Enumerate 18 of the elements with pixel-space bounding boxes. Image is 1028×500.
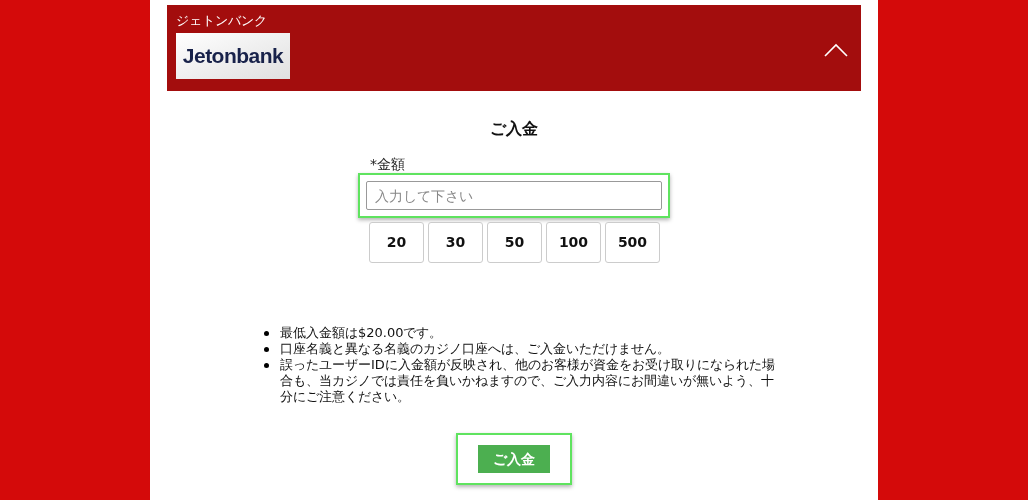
- amount-option[interactable]: 100: [546, 222, 601, 263]
- amount-label: *金額: [370, 155, 406, 173]
- note-text: 口座名義と異なる名義のカジノ口座へは、ご入金いただけません。: [280, 341, 670, 357]
- amount-option[interactable]: 30: [428, 222, 483, 263]
- chevron-up-icon[interactable]: [824, 43, 848, 57]
- form-heading: ご入金: [490, 118, 538, 140]
- note-text: 誤ったユーザーIDに入金額が反映され、他のお客様が資金をお受け取りになられた場合も、当カジノでは責任を負いかねますので、ご入力内容にお間違いが無いよう、十分にご注意ください。: [280, 357, 776, 405]
- bullet-icon: [264, 331, 269, 336]
- amount-option[interactable]: 20: [369, 222, 424, 263]
- note-text: 最低入金額は$20.00です。: [280, 325, 443, 341]
- bullet-icon: [264, 347, 269, 352]
- logo: Jetonbank: [176, 33, 290, 79]
- bullet-icon: [264, 363, 269, 368]
- amount-option[interactable]: 50: [487, 222, 542, 263]
- method-title: ジェトンバンク: [176, 13, 268, 29]
- amount-field[interactable]: 入力して下さい: [366, 181, 662, 210]
- payment-method-header[interactable]: ジェトンバンク Jetonbank: [167, 5, 861, 91]
- amount-option[interactable]: 500: [605, 222, 660, 263]
